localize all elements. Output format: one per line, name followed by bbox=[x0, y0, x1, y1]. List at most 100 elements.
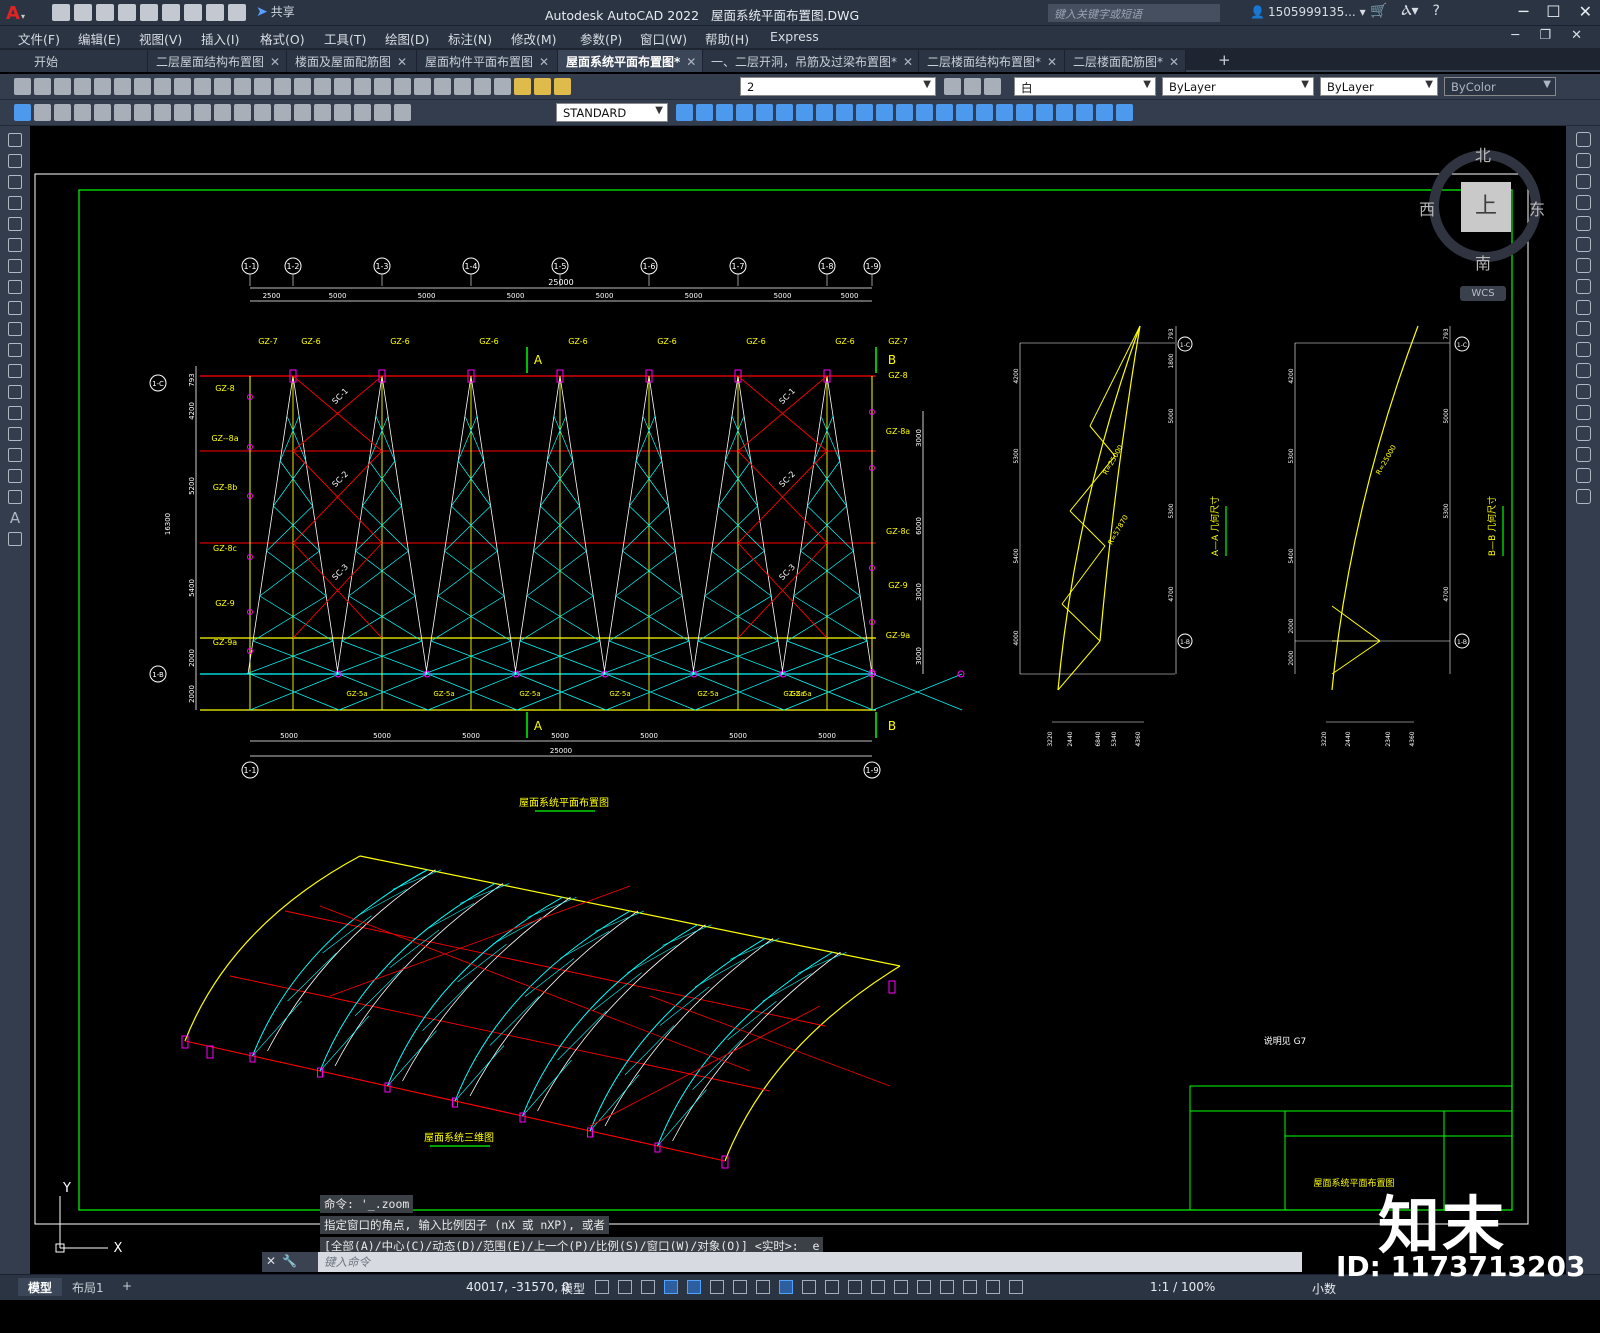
pm-rotate-icon[interactable] bbox=[1575, 258, 1591, 273]
extend-icon[interactable] bbox=[876, 104, 893, 121]
save-as-icon[interactable] bbox=[118, 4, 136, 21]
pm-blend-icon[interactable] bbox=[1575, 468, 1591, 483]
publish-icon[interactable] bbox=[114, 78, 131, 95]
snap-icon[interactable] bbox=[618, 1280, 632, 1294]
ellipse-arc-icon[interactable] bbox=[8, 343, 22, 357]
text-style-dropdown[interactable]: STANDARD ▼ bbox=[556, 103, 668, 122]
selection-filter-icon[interactable] bbox=[917, 1280, 931, 1294]
stretch-icon[interactable] bbox=[836, 104, 853, 121]
model-space-button[interactable]: 模型 bbox=[561, 1280, 585, 1297]
tab-roof-structure[interactable]: 二层屋面结构布置图 ✕ bbox=[148, 50, 287, 72]
annotation-scale[interactable]: 1:1 / 100% bbox=[1150, 1280, 1215, 1294]
sheet-set-icon[interactable] bbox=[414, 78, 431, 95]
pm-trim-icon[interactable] bbox=[1575, 321, 1591, 336]
paste-icon[interactable] bbox=[174, 78, 191, 95]
break-icon[interactable] bbox=[896, 104, 913, 121]
plotstyle-dropdown[interactable]: ByColor ▼ bbox=[1444, 77, 1556, 96]
arc-icon[interactable] bbox=[8, 238, 22, 252]
dim-break-icon[interactable] bbox=[254, 104, 271, 121]
dynamic-ucs-icon[interactable] bbox=[894, 1280, 908, 1294]
gizmo-icon[interactable] bbox=[940, 1280, 954, 1294]
pm-offset-icon[interactable] bbox=[1575, 195, 1591, 210]
autocad-logo-icon[interactable]: A▾ bbox=[6, 3, 30, 24]
menu-view[interactable]: 视图(V) bbox=[139, 29, 182, 48]
coordinate-readout[interactable]: 40017, -31570, 0 bbox=[466, 1280, 570, 1294]
make-block-icon[interactable] bbox=[8, 385, 22, 399]
zoom-window-icon[interactable] bbox=[314, 78, 331, 95]
insert-block-icon[interactable] bbox=[8, 364, 22, 378]
viewcube-top-face[interactable]: 上 bbox=[1461, 182, 1511, 232]
redo-icon[interactable] bbox=[228, 4, 246, 21]
region-draw-icon[interactable] bbox=[8, 469, 22, 483]
web-open-icon[interactable] bbox=[140, 4, 158, 21]
color-dropdown[interactable]: 白 ▼ bbox=[1014, 77, 1156, 96]
dim-update-icon[interactable] bbox=[394, 104, 411, 121]
jogged-dim-icon[interactable] bbox=[114, 104, 131, 121]
linetype-dropdown[interactable]: ByLayer ▼ bbox=[1162, 77, 1314, 96]
gradient-icon[interactable] bbox=[8, 448, 22, 462]
menu-format[interactable]: 格式(O) bbox=[260, 29, 305, 48]
layer-states-icon[interactable] bbox=[984, 78, 1001, 95]
add-selected-icon[interactable] bbox=[8, 532, 22, 546]
compass-west[interactable]: 西 bbox=[1419, 196, 1435, 220]
ungroup-icon[interactable] bbox=[1036, 104, 1053, 121]
open-icon[interactable] bbox=[34, 78, 51, 95]
dim-edit-icon[interactable] bbox=[354, 104, 371, 121]
calc-icon[interactable] bbox=[454, 78, 471, 95]
lineweight-icon[interactable] bbox=[802, 1280, 816, 1294]
menu-parametric[interactable]: 参数(P) bbox=[580, 29, 622, 48]
tolerance-icon[interactable] bbox=[274, 104, 291, 121]
pm-mirror-icon[interactable] bbox=[1575, 174, 1591, 189]
user-account[interactable]: 👤 1505999135... ▾ bbox=[1250, 5, 1366, 19]
spline-icon[interactable] bbox=[8, 301, 22, 315]
pm-chamfer-icon[interactable] bbox=[1575, 426, 1591, 441]
auto-scale-icon[interactable] bbox=[986, 1280, 1000, 1294]
command-input[interactable]: 键入命令 bbox=[324, 1254, 370, 1270]
plot-icon[interactable] bbox=[184, 4, 202, 21]
radius-dim-icon[interactable] bbox=[94, 104, 111, 121]
new-icon[interactable] bbox=[14, 78, 31, 95]
ortho-icon[interactable] bbox=[687, 1280, 701, 1294]
close-tab-icon[interactable]: ✕ bbox=[903, 55, 913, 69]
diameter-dim-icon[interactable] bbox=[134, 104, 151, 121]
tab-openings-hangers[interactable]: 一、二层开洞，吊筋及过梁布置图* ✕ bbox=[703, 50, 919, 72]
pedit-icon[interactable] bbox=[1116, 104, 1133, 121]
match-prop-icon[interactable] bbox=[194, 78, 211, 95]
layer-dropdown[interactable]: 2 ▼ bbox=[740, 77, 936, 96]
polyline-icon[interactable] bbox=[8, 175, 22, 189]
center-mark-icon[interactable] bbox=[294, 104, 311, 121]
tab-floor-structure[interactable]: 二层楼面结构布置图* ✕ bbox=[919, 50, 1065, 72]
properties-icon[interactable] bbox=[354, 78, 371, 95]
zoom-realtime-icon[interactable] bbox=[294, 78, 311, 95]
menu-draw[interactable]: 绘图(D) bbox=[385, 29, 429, 48]
annotation-scale-icon[interactable] bbox=[1009, 1280, 1023, 1294]
polar-icon[interactable] bbox=[710, 1280, 724, 1294]
layer-previous-icon[interactable] bbox=[964, 78, 981, 95]
viewcube[interactable]: 上 北 南 西 东 bbox=[1419, 146, 1545, 276]
tab-floor-rebar[interactable]: 二层楼面配筋图* ✕ bbox=[1065, 50, 1186, 72]
line-icon[interactable] bbox=[8, 133, 22, 147]
menu-tools[interactable]: 工具(T) bbox=[324, 29, 366, 48]
layer-on-icon[interactable] bbox=[514, 78, 531, 95]
move-icon[interactable] bbox=[776, 104, 793, 121]
close-tab-icon[interactable]: ✕ bbox=[397, 55, 407, 69]
erase-icon[interactable] bbox=[676, 104, 693, 121]
customize-icon[interactable]: 🔧 bbox=[282, 1254, 303, 1268]
markup-icon[interactable] bbox=[434, 78, 451, 95]
scale-icon[interactable] bbox=[816, 104, 833, 121]
units-menu[interactable]: 小数 bbox=[1312, 1280, 1336, 1297]
copy-icon[interactable] bbox=[154, 78, 171, 95]
rectangle-icon[interactable] bbox=[8, 217, 22, 231]
wipeout-icon[interactable] bbox=[1056, 104, 1073, 121]
pm-break-icon[interactable] bbox=[1575, 384, 1591, 399]
menu-edit[interactable]: 编辑(E) bbox=[78, 29, 121, 48]
cut-icon[interactable] bbox=[134, 78, 151, 95]
menu-modify[interactable]: 修改(M) bbox=[511, 29, 557, 48]
maximize-icon[interactable]: ☐ bbox=[1546, 2, 1560, 21]
pm-stretch-icon[interactable] bbox=[1575, 300, 1591, 315]
cart-icon[interactable]: 🛒 bbox=[1370, 3, 1387, 19]
3d-osnap-icon[interactable] bbox=[871, 1280, 885, 1294]
transparency-icon[interactable] bbox=[825, 1280, 839, 1294]
menu-window[interactable]: 窗口(W) bbox=[640, 29, 687, 48]
lineweight-dropdown[interactable]: ByLayer ▼ bbox=[1320, 77, 1438, 96]
